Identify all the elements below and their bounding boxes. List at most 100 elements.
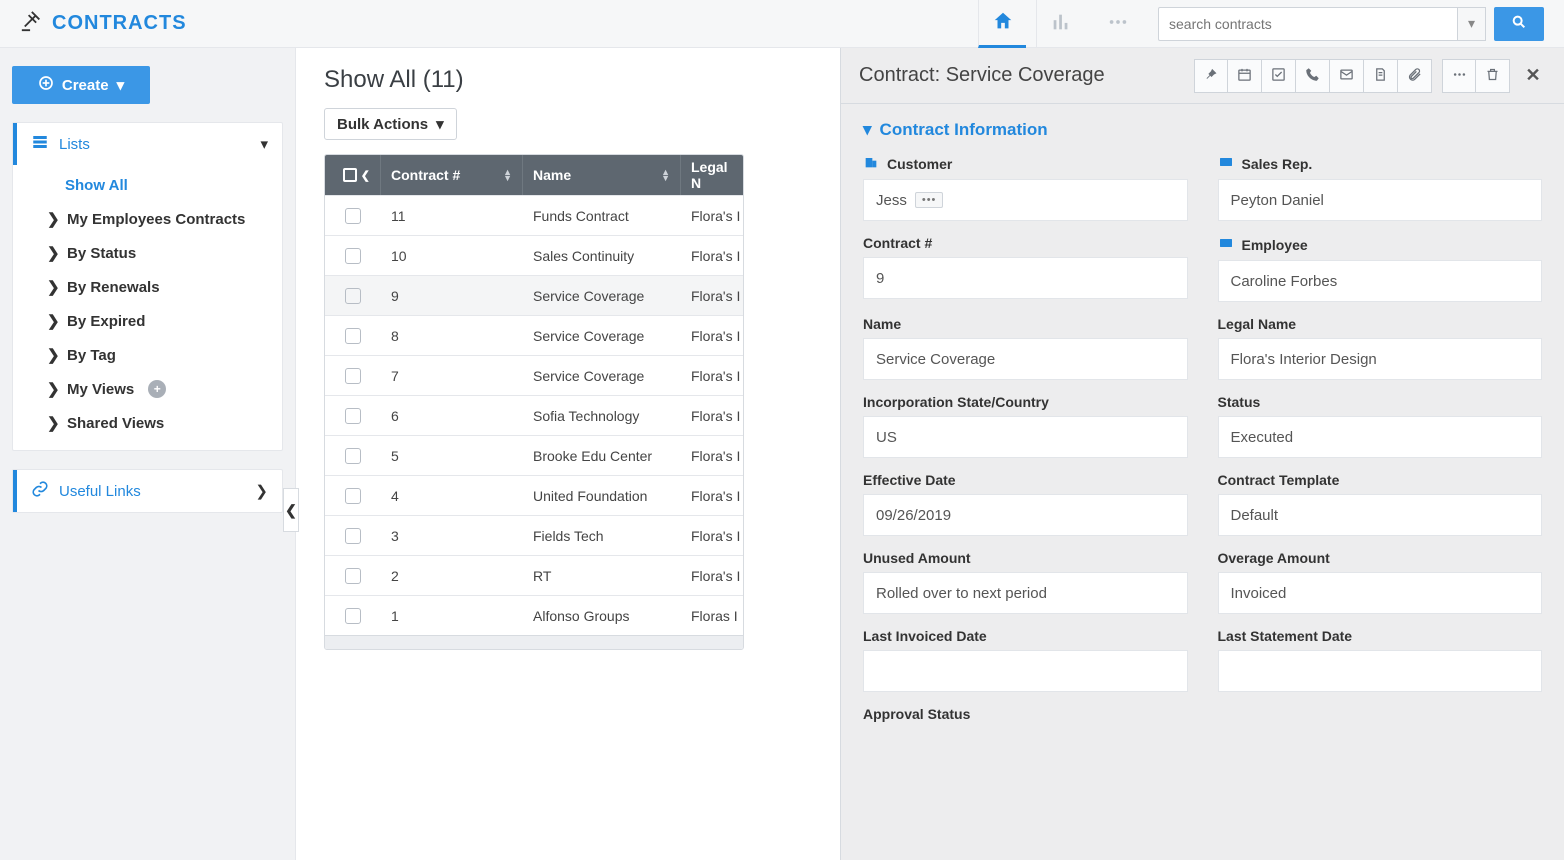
sidebar-item-by-tag[interactable]: ❯By Tag — [13, 338, 282, 372]
bulk-actions-button[interactable]: Bulk Actions ▾ — [324, 108, 457, 140]
tpl-input[interactable]: Default — [1218, 494, 1543, 536]
employee-input[interactable]: Caroline Forbes — [1218, 260, 1543, 302]
cell-legal: Flora's I — [681, 516, 743, 555]
panel-toolbar — [1194, 59, 1510, 93]
cell-legal: Flora's I — [681, 556, 743, 595]
app-title: CONTRACTS — [52, 12, 187, 35]
table-row[interactable]: 11Funds ContractFlora's I — [325, 195, 743, 235]
search-button[interactable] — [1494, 7, 1544, 41]
header-contract-no[interactable]: Contract # ▲▼ — [381, 155, 523, 195]
pin-button[interactable] — [1194, 59, 1228, 93]
more-tab[interactable] — [1094, 0, 1142, 48]
row-checkbox[interactable] — [325, 516, 381, 555]
field-incorporation: Incorporation State/Country US — [863, 394, 1188, 458]
name-input[interactable]: Service Coverage — [863, 338, 1188, 380]
sort-icon: ▲▼ — [503, 169, 512, 181]
table-row[interactable]: 1Alfonso GroupsFloras I — [325, 595, 743, 635]
overage-input[interactable]: Invoiced — [1218, 572, 1543, 614]
note-button[interactable] — [1364, 59, 1398, 93]
table-row[interactable]: 10Sales ContinuityFlora's I — [325, 235, 743, 275]
field-overage-amount: Overage Amount Invoiced — [1218, 550, 1543, 614]
call-button[interactable] — [1296, 59, 1330, 93]
email-button[interactable] — [1330, 59, 1364, 93]
section-contract-info[interactable]: ▾ Contract Information — [863, 120, 1542, 140]
column-label: Name — [533, 167, 571, 183]
table-row[interactable]: 8Service CoverageFlora's I — [325, 315, 743, 355]
sidebar-item-my-views[interactable]: ❯My Views+ — [13, 372, 282, 406]
row-checkbox[interactable] — [325, 476, 381, 515]
create-button[interactable]: Create ▾ — [12, 66, 150, 104]
lookup-button[interactable]: ••• — [915, 192, 944, 208]
table-row[interactable]: 2RTFlora's I — [325, 555, 743, 595]
ellipsis-icon — [1452, 67, 1467, 85]
row-checkbox[interactable] — [325, 316, 381, 355]
customer-input[interactable]: Jess ••• — [863, 179, 1188, 221]
more-actions-button[interactable] — [1442, 59, 1476, 93]
column-label: Contract # — [391, 167, 460, 183]
delete-button[interactable] — [1476, 59, 1510, 93]
analytics-tab[interactable] — [1036, 0, 1084, 48]
search-dropdown[interactable]: ▾ — [1458, 7, 1486, 41]
cell-legal: Flora's I — [681, 316, 743, 355]
panel-close-button[interactable]: ✕ — [1516, 59, 1550, 93]
field-status: Status Executed — [1218, 394, 1543, 458]
field-approval-status: Approval Status — [863, 706, 1188, 728]
table-row[interactable]: 7Service CoverageFlora's I — [325, 355, 743, 395]
row-checkbox[interactable] — [325, 596, 381, 635]
useful-links-card: Useful Links ❯ — [12, 469, 283, 513]
field-last-invoiced: Last Invoiced Date — [863, 628, 1188, 692]
table-row[interactable]: 6Sofia TechnologyFlora's I — [325, 395, 743, 435]
field-value: US — [876, 429, 897, 446]
status-input[interactable]: Executed — [1218, 416, 1543, 458]
incorp-input[interactable]: US — [863, 416, 1188, 458]
header-select-all[interactable]: ❮ — [325, 155, 381, 195]
sidebar-item-by-status[interactable]: ❯By Status — [13, 236, 282, 270]
cell-name: Service Coverage — [523, 276, 681, 315]
row-checkbox[interactable] — [325, 236, 381, 275]
cell-legal: Floras I — [681, 596, 743, 635]
table-row[interactable]: 9Service CoverageFlora's I — [325, 275, 743, 315]
calendar-button[interactable] — [1228, 59, 1262, 93]
row-checkbox[interactable] — [325, 356, 381, 395]
row-checkbox[interactable] — [325, 276, 381, 315]
field-sales-rep: Sales Rep. Peyton Daniel — [1218, 154, 1543, 221]
unused-input[interactable]: Rolled over to next period — [863, 572, 1188, 614]
header-name[interactable]: Name▲▼ — [523, 155, 681, 195]
lastinv-input[interactable] — [863, 650, 1188, 692]
sidebar-item-by-renewals[interactable]: ❯By Renewals — [13, 270, 282, 304]
attach-button[interactable] — [1398, 59, 1432, 93]
field-last-statement: Last Statement Date — [1218, 628, 1543, 692]
row-checkbox[interactable] — [325, 556, 381, 595]
sidebar-collapse-handle[interactable]: ❮ — [283, 488, 299, 532]
header-legal-name[interactable]: Legal N — [681, 155, 743, 195]
row-checkbox[interactable] — [325, 396, 381, 435]
sidebar-item-shared-views[interactable]: ❯Shared Views — [13, 406, 282, 440]
panel-header: Contract: Service Coverage ✕ — [841, 48, 1564, 104]
home-tab[interactable] — [978, 0, 1026, 48]
sidebar-item-my-employees[interactable]: ❯My Employees Contracts — [13, 202, 282, 236]
sidebar-item-by-expired[interactable]: ❯By Expired — [13, 304, 282, 338]
task-button[interactable] — [1262, 59, 1296, 93]
laststmt-input[interactable] — [1218, 650, 1543, 692]
row-checkbox[interactable] — [325, 436, 381, 475]
envelope-icon — [1339, 67, 1354, 85]
checkbox-icon — [345, 528, 361, 544]
lists-header[interactable]: Lists ▾ — [13, 123, 282, 165]
sidebar-item-show-all[interactable]: Show All — [13, 169, 282, 202]
table-scrollbar[interactable] — [325, 635, 743, 649]
legal-input[interactable]: Flora's Interior Design — [1218, 338, 1543, 380]
table-row[interactable]: 4United FoundationFlora's I — [325, 475, 743, 515]
search-input[interactable] — [1158, 7, 1458, 41]
contractno-input[interactable]: 9 — [863, 257, 1188, 299]
field-value: Jess — [876, 192, 907, 209]
ellipsis-icon — [1107, 11, 1129, 36]
eff-input[interactable]: 09/26/2019 — [863, 494, 1188, 536]
table-row[interactable]: 5Brooke Edu CenterFlora's I — [325, 435, 743, 475]
row-checkbox[interactable] — [325, 196, 381, 235]
table-row[interactable]: 3Fields TechFlora's I — [325, 515, 743, 555]
add-view-icon[interactable]: + — [148, 380, 166, 398]
salesrep-input[interactable]: Peyton Daniel — [1218, 179, 1543, 221]
sidebar: Create ▾ Lists ▾ Show All ❯My Employees … — [0, 48, 296, 860]
useful-links-header[interactable]: Useful Links ❯ — [13, 470, 282, 512]
sidebar-item-label: By Expired — [67, 313, 145, 330]
